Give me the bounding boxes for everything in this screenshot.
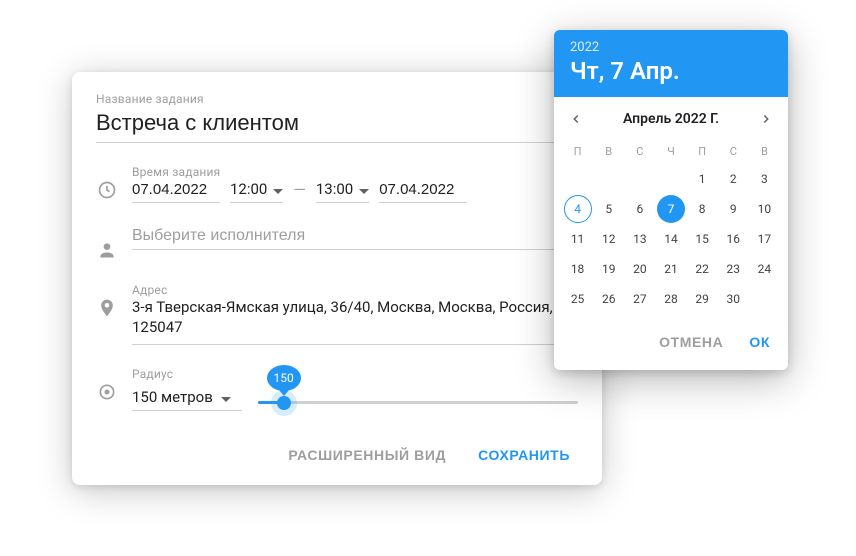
datepicker-day[interactable]: 4 bbox=[564, 195, 592, 223]
datepicker-dow: П bbox=[562, 139, 593, 164]
slider-value-label: 150 bbox=[267, 365, 301, 391]
end-time-select[interactable]: 13:00 bbox=[316, 180, 369, 203]
target-icon bbox=[96, 381, 118, 403]
prev-month-button[interactable] bbox=[564, 107, 588, 131]
datepicker-day[interactable]: 13 bbox=[626, 225, 654, 253]
datepicker-day[interactable]: 8 bbox=[688, 195, 716, 223]
person-icon bbox=[96, 239, 118, 261]
slider-thumb[interactable] bbox=[277, 396, 291, 410]
datepicker-day[interactable]: 11 bbox=[564, 225, 592, 253]
chevron-down-icon bbox=[221, 397, 231, 402]
slider-track bbox=[258, 401, 578, 404]
datepicker-day[interactable]: 7 bbox=[657, 195, 685, 223]
datepicker-dow: В bbox=[593, 139, 624, 164]
datepicker-day[interactable]: 29 bbox=[688, 285, 716, 313]
radius-select[interactable]: 150 метров bbox=[132, 388, 242, 411]
datepicker-day[interactable]: 3 bbox=[750, 165, 778, 193]
address-value[interactable]: 3-я Тверская-Ямская улица, 36/40, Москва… bbox=[132, 297, 578, 345]
datepicker-day[interactable]: 26 bbox=[595, 285, 623, 313]
radius-row: Радиус 150 метров 150 bbox=[96, 367, 578, 411]
datepicker-grid: ПВСЧПСВ123456789101112131415161718192021… bbox=[554, 135, 788, 320]
datepicker-day[interactable]: 6 bbox=[626, 195, 654, 223]
datepicker-day[interactable]: 12 bbox=[595, 225, 623, 253]
advanced-view-button[interactable]: РАСШИРЕННЫЙ ВИД bbox=[284, 439, 450, 471]
time-row: Время задания 12:00 — 13:00 bbox=[96, 165, 578, 203]
datepicker-day[interactable]: 5 bbox=[595, 195, 623, 223]
start-time-select[interactable]: 12:00 bbox=[230, 180, 283, 203]
pin-icon bbox=[96, 297, 118, 319]
radius-slider[interactable]: 150 bbox=[258, 367, 578, 411]
datepicker-dow: В bbox=[749, 139, 780, 164]
datepicker-day[interactable]: 19 bbox=[595, 255, 623, 283]
datepicker-day[interactable]: 20 bbox=[626, 255, 654, 283]
datepicker-day[interactable]: 9 bbox=[719, 195, 747, 223]
assignee-input[interactable] bbox=[132, 225, 578, 250]
datepicker-nav: Апрель 2022 Г. bbox=[554, 97, 788, 135]
form-actions: РАСШИРЕННЫЙ ВИД СОХРАНИТЬ bbox=[96, 439, 578, 471]
start-time-value: 12:00 bbox=[230, 180, 267, 198]
datepicker-day[interactable]: 1 bbox=[688, 165, 716, 193]
datepicker-selected-date: Чт, 7 Апр. bbox=[570, 57, 772, 85]
assignee-row bbox=[96, 225, 578, 261]
datepicker-actions: ОТМЕНА ОК bbox=[554, 320, 788, 370]
datepicker-day[interactable]: 24 bbox=[750, 255, 778, 283]
end-time-value: 13:00 bbox=[316, 180, 353, 198]
title-label: Название задания bbox=[96, 92, 578, 106]
datepicker-cancel-button[interactable]: ОТМЕНА bbox=[655, 326, 727, 358]
task-form-card: Название задания Время задания 12:00 — 1… bbox=[72, 72, 602, 485]
time-label: Время задания bbox=[132, 165, 578, 179]
end-date-input[interactable] bbox=[379, 179, 467, 203]
datepicker-day[interactable]: 30 bbox=[719, 285, 747, 313]
datepicker-ok-button[interactable]: ОК bbox=[745, 326, 774, 358]
start-date-input[interactable] bbox=[132, 179, 220, 203]
datepicker-year[interactable]: 2022 bbox=[570, 40, 772, 55]
datepicker-day[interactable]: 25 bbox=[564, 285, 592, 313]
datepicker-month-title[interactable]: Апрель 2022 Г. bbox=[623, 111, 719, 127]
date-picker: 2022 Чт, 7 Апр. Апрель 2022 Г. ПВСЧПСВ12… bbox=[554, 30, 788, 370]
datepicker-day[interactable]: 15 bbox=[688, 225, 716, 253]
task-title-input[interactable] bbox=[96, 106, 578, 143]
datepicker-dow: Ч bbox=[655, 139, 686, 164]
datepicker-day[interactable]: 18 bbox=[564, 255, 592, 283]
address-label: Адрес bbox=[132, 283, 578, 297]
datepicker-day[interactable]: 27 bbox=[626, 285, 654, 313]
datepicker-day[interactable]: 21 bbox=[657, 255, 685, 283]
chevron-down-icon bbox=[359, 189, 369, 194]
save-button[interactable]: СОХРАНИТЬ bbox=[474, 439, 574, 471]
datepicker-dow: П bbox=[687, 139, 718, 164]
datepicker-day[interactable]: 23 bbox=[719, 255, 747, 283]
address-row: Адрес 3-я Тверская-Ямская улица, 36/40, … bbox=[96, 283, 578, 345]
datepicker-dow: С bbox=[718, 139, 749, 164]
datepicker-day[interactable]: 14 bbox=[657, 225, 685, 253]
datepicker-day[interactable]: 16 bbox=[719, 225, 747, 253]
datepicker-day[interactable]: 17 bbox=[750, 225, 778, 253]
time-range-dash: — bbox=[293, 180, 306, 203]
chevron-down-icon bbox=[273, 189, 283, 194]
next-month-button[interactable] bbox=[754, 107, 778, 131]
datepicker-day[interactable]: 28 bbox=[657, 285, 685, 313]
datepicker-dow: С bbox=[624, 139, 655, 164]
datepicker-day[interactable]: 2 bbox=[719, 165, 747, 193]
datepicker-header: 2022 Чт, 7 Апр. bbox=[554, 30, 788, 97]
radius-value: 150 метров bbox=[132, 388, 213, 406]
datepicker-day[interactable]: 22 bbox=[688, 255, 716, 283]
datepicker-day[interactable]: 10 bbox=[750, 195, 778, 223]
clock-icon bbox=[96, 179, 118, 201]
